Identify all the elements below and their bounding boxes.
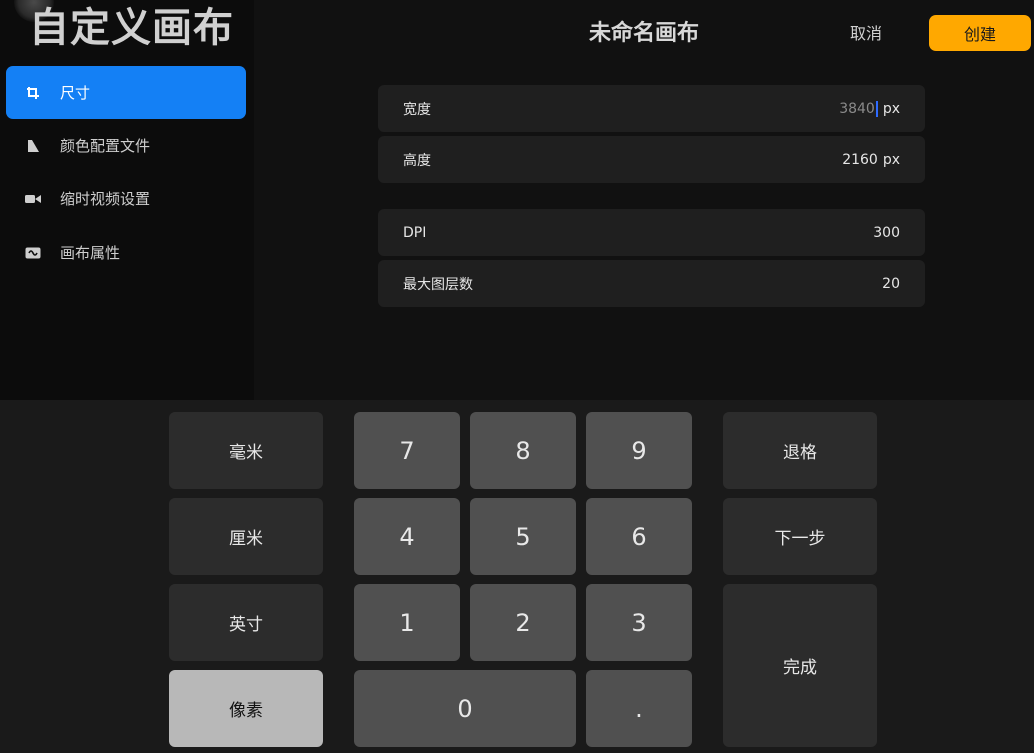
key-6[interactable]: 6: [586, 498, 692, 575]
max-layers-value: 20: [882, 275, 900, 292]
done-key[interactable]: 完成: [723, 584, 877, 747]
width-unit: px: [882, 100, 900, 117]
sidebar-item-canvas-properties[interactable]: 画布属性: [6, 226, 246, 279]
sidebar-item-color-profile[interactable]: 颜色配置文件: [6, 119, 246, 172]
key-8[interactable]: 8: [470, 412, 576, 489]
cancel-button[interactable]: 取消: [850, 20, 882, 48]
unit-key-inch[interactable]: 英寸: [169, 584, 323, 661]
key-3[interactable]: 3: [586, 584, 692, 661]
dpi-value: 300: [873, 224, 900, 241]
sidebar-item-size[interactable]: 尺寸: [6, 66, 246, 119]
height-unit: px: [882, 151, 900, 168]
sidebar-item-timelapse[interactable]: 缩时视频设置: [6, 172, 246, 225]
create-button[interactable]: 创建: [929, 15, 1031, 51]
canvas-title: 未命名画布: [589, 21, 700, 46]
dpi-label: DPI: [403, 224, 427, 241]
height-field[interactable]: 高度 2160 px: [378, 136, 925, 183]
sidebar: 自定义画布 尺寸 颜色配置文件 缩时视频设置 画布属性: [0, 0, 254, 400]
key-decimal[interactable]: .: [586, 670, 692, 747]
sidebar-item-label: 颜色配置文件: [60, 137, 151, 155]
custom-canvas-screen: 自定义画布 尺寸 颜色配置文件 缩时视频设置 画布属性 未命名画布 取消 创建 …: [0, 0, 1034, 753]
sidebar-item-label: 尺寸: [60, 84, 91, 102]
sidebar-item-label: 画布属性: [60, 244, 121, 262]
key-7[interactable]: 7: [354, 412, 460, 489]
video-camera-icon: [25, 191, 41, 207]
unit-key-px[interactable]: 像素: [169, 670, 323, 747]
backspace-key[interactable]: 退格: [723, 412, 877, 489]
height-value: 2160: [842, 151, 878, 168]
max-layers-field[interactable]: 最大图层数 20: [378, 260, 925, 307]
text-caret: [875, 100, 878, 117]
height-value-group: 2160 px: [842, 152, 900, 168]
next-key[interactable]: 下一步: [723, 498, 877, 575]
max-layers-label: 最大图层数: [403, 276, 473, 293]
key-1[interactable]: 1: [354, 584, 460, 661]
width-field[interactable]: 宽度 3840 px: [378, 85, 925, 132]
unit-key-mm[interactable]: 毫米: [169, 412, 323, 489]
key-2[interactable]: 2: [470, 584, 576, 661]
numeric-keypad: 毫米 厘米 英寸 像素 7 8 9 4 5 6 1 2 3 0 . 退格 下一步…: [0, 400, 1034, 753]
height-label: 高度: [403, 152, 431, 169]
canvas-properties-icon: [25, 245, 41, 261]
sidebar-title: 自定义画布: [29, 5, 234, 51]
width-label: 宽度: [403, 101, 431, 118]
key-0[interactable]: 0: [354, 670, 576, 747]
crop-icon: [25, 85, 41, 101]
sidebar-item-label: 缩时视频设置: [60, 190, 151, 208]
width-value: 3840: [839, 100, 875, 117]
key-9[interactable]: 9: [586, 412, 692, 489]
key-5[interactable]: 5: [470, 498, 576, 575]
color-profile-icon: [25, 138, 41, 154]
unit-key-cm[interactable]: 厘米: [169, 498, 323, 575]
dpi-field[interactable]: DPI 300: [378, 209, 925, 256]
key-4[interactable]: 4: [354, 498, 460, 575]
width-value-group: 3840 px: [839, 100, 900, 117]
